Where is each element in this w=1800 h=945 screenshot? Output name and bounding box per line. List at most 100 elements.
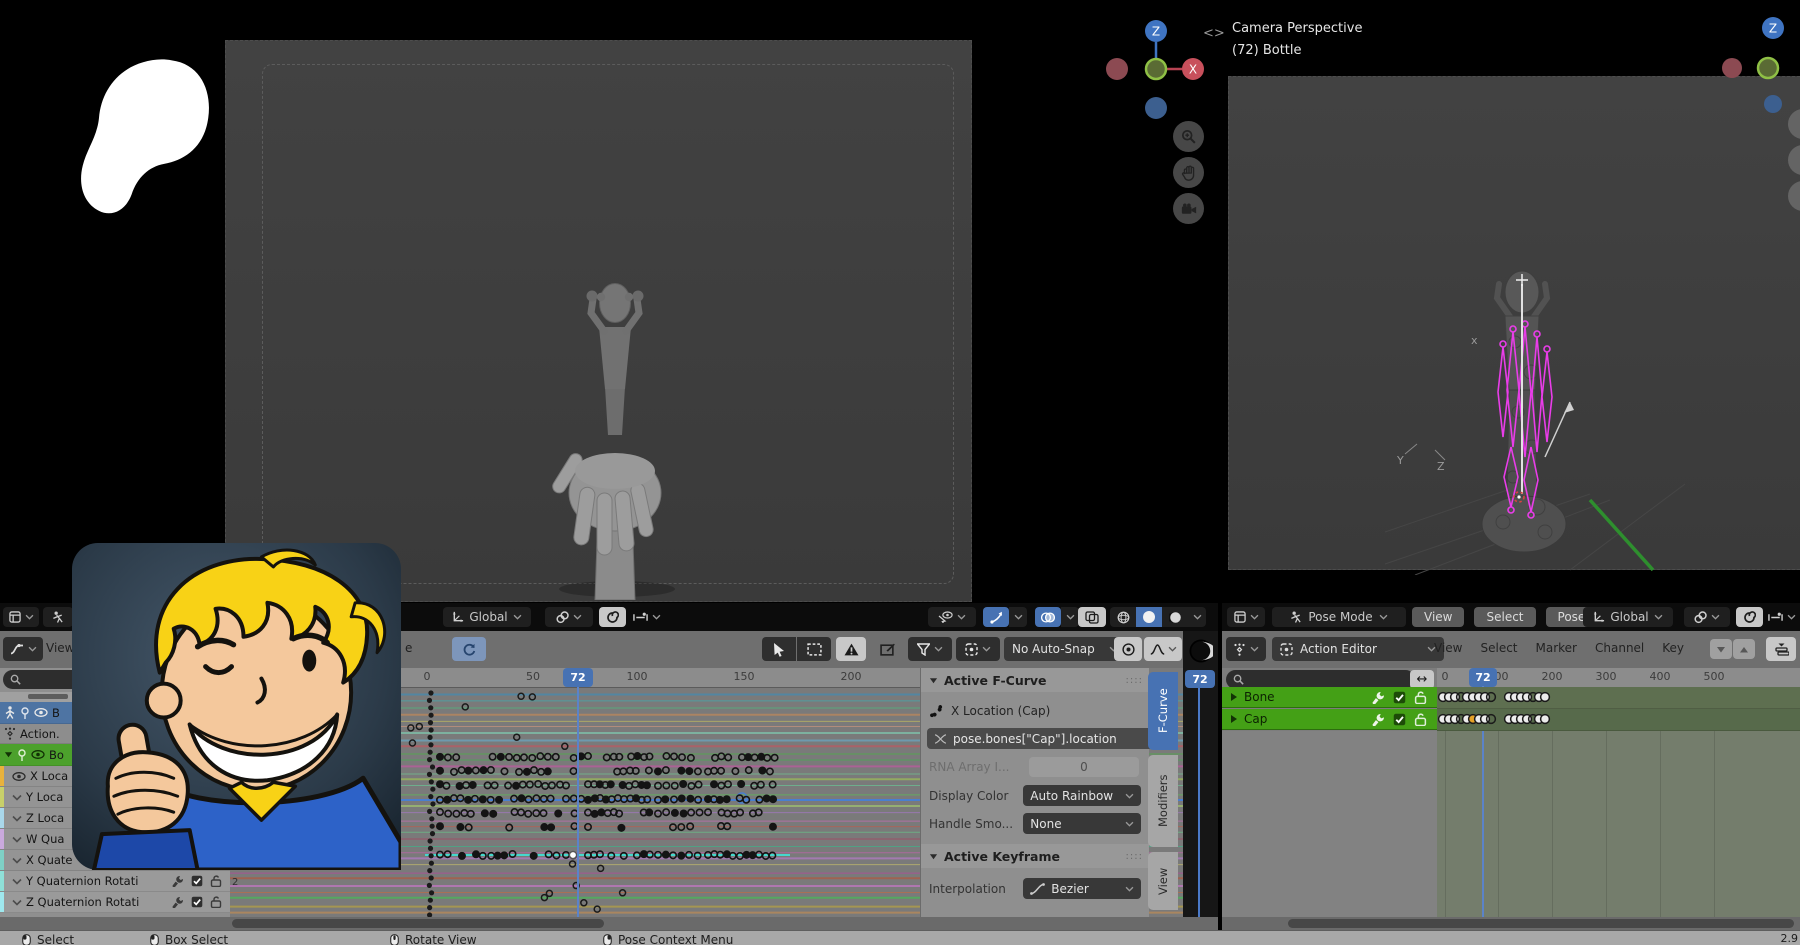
shading-solid-button[interactable]	[1136, 607, 1162, 627]
viewport-right[interactable]: Camera Perspective (72) Bottle	[1222, 0, 1800, 631]
hand-figure-mesh[interactable]	[485, 255, 745, 600]
action-channel-bone[interactable]: Bone	[1222, 687, 1437, 708]
mute-checkbox[interactable]	[1393, 713, 1406, 726]
proportional-falloff-dropdown[interactable]	[1765, 607, 1799, 627]
channel-zquaternionrotati[interactable]: Z Quaternion Rotati	[0, 892, 230, 913]
area-split-handle[interactable]: <>	[1203, 26, 1225, 41]
current-frame-badge[interactable]: 72	[563, 668, 593, 687]
viewport-camera-button[interactable]	[1173, 193, 1204, 224]
menu-channel[interactable]: Channel	[1595, 641, 1644, 655]
interpolation-dropdown[interactable]: Bezier	[1023, 878, 1141, 899]
display-color-dropdown[interactable]: Auto Rainbow	[1023, 785, 1141, 806]
mode-dropdown[interactable]: Pose Mode	[1272, 607, 1406, 627]
box-select-tool-button[interactable]	[797, 637, 831, 661]
auto-normalize-toggle[interactable]	[452, 637, 486, 661]
visibility-dropdown[interactable]	[928, 607, 976, 627]
graph-playhead[interactable]	[577, 687, 579, 917]
pivot-dropdown[interactable]	[956, 637, 1000, 661]
filter-dropdown[interactable]	[908, 637, 952, 661]
viewport-pan-button[interactable]	[1173, 157, 1204, 188]
mute-checkbox[interactable]	[1393, 691, 1406, 704]
editor-type-button[interactable]	[1227, 607, 1265, 627]
proportional-editing-toggle[interactable]	[599, 607, 626, 627]
gizmos-toggle[interactable]	[983, 607, 1009, 627]
collapsed-eye-icon[interactable]	[12, 815, 22, 822]
eye-icon[interactable]	[34, 708, 48, 717]
view-axis-gizmo-clipped[interactable]: Z	[1720, 12, 1800, 222]
overlays-toggle[interactable]	[1035, 607, 1061, 627]
proportional-edit-toggle[interactable]	[1114, 637, 1142, 661]
view-axis-gizmo[interactable]: Z X	[1100, 14, 1210, 124]
expand-icon[interactable]	[1230, 693, 1238, 701]
menu-view[interactable]: View	[1412, 607, 1464, 627]
menu-key[interactable]: Key	[1662, 641, 1684, 655]
auto-snap-dropdown[interactable]: No Auto-Snap	[1004, 637, 1126, 661]
menu-view[interactable]: View	[46, 641, 74, 655]
action-icon[interactable]	[4, 727, 16, 740]
menu-view[interactable]: View	[1434, 641, 1462, 655]
action-keyframes[interactable]	[1437, 687, 1800, 743]
collapsed-eye-icon[interactable]	[12, 836, 22, 843]
shading-dropdown[interactable]	[1188, 607, 1206, 627]
modifier-wrench-icon[interactable]	[172, 896, 184, 908]
collapsed-eye-icon[interactable]	[12, 899, 22, 906]
handle-smoothing-dropdown[interactable]: None	[1023, 813, 1141, 834]
collapsed-eye-icon[interactable]	[12, 794, 22, 801]
rna-path-field[interactable]: pose.bones["Cap"].location	[927, 728, 1153, 749]
mute-checkbox[interactable]	[191, 896, 203, 908]
pin-icon[interactable]	[17, 749, 27, 761]
editor-type-button[interactable]	[3, 607, 39, 627]
action-channel-cap[interactable]: Cap	[1222, 709, 1437, 730]
graph-hscroll-thumb[interactable]	[232, 919, 604, 928]
pin-icon[interactable]	[20, 707, 30, 719]
viewport-zoom-button[interactable]	[1173, 121, 1204, 152]
sidebar-tab-fcurve[interactable]: F-Curve	[1148, 672, 1178, 750]
active-keyframe-panel-header[interactable]: Active Keyframe ::::	[921, 844, 1149, 868]
action-hscroll-track[interactable]	[1222, 917, 1800, 930]
proportional-falloff-dropdown[interactable]	[628, 607, 666, 627]
move-channel-down-button[interactable]	[1710, 639, 1732, 659]
xray-toggle[interactable]	[1078, 607, 1106, 627]
move-channel-up-button[interactable]	[1733, 639, 1755, 659]
editor-mode-dropdown[interactable]: Action Editor	[1272, 637, 1444, 661]
lock-open-icon[interactable]	[210, 875, 222, 887]
action-hscroll-thumb[interactable]	[1288, 919, 1794, 928]
mode-dropdown-clipped[interactable]	[43, 607, 73, 627]
pivot-point-dropdown[interactable]	[545, 607, 593, 627]
lock-open-icon[interactable]	[210, 896, 222, 908]
lock-open-icon[interactable]	[1414, 713, 1427, 726]
overlays-dropdown[interactable]	[1061, 607, 1079, 627]
modifier-wrench-icon[interactable]	[172, 875, 184, 887]
halfmoon-toggle-icon[interactable]	[1189, 639, 1213, 663]
falloff-dropdown[interactable]	[1144, 637, 1182, 661]
sidebar-tab-modifiers[interactable]: Modifiers	[1148, 755, 1178, 847]
menu-marker[interactable]: Marker	[1536, 641, 1577, 655]
proportional-editing-toggle[interactable]	[1736, 607, 1763, 627]
modifier-wrench-icon[interactable]	[1372, 691, 1385, 704]
viewport-left[interactable]: Z X Global	[0, 0, 1218, 631]
show-errors-toggle[interactable]	[836, 637, 866, 661]
graph-hscroll-track[interactable]	[0, 917, 1218, 930]
collapsed-eye-icon[interactable]	[12, 878, 22, 885]
annotate-box-button[interactable]	[870, 637, 904, 661]
posed-armature-mesh[interactable]: x Y Z	[1385, 232, 1685, 575]
channel-yquaternionrotati[interactable]: Y Quaternion Rotati	[0, 871, 230, 892]
shading-material-button[interactable]	[1162, 607, 1188, 627]
editor-type-button[interactable]	[3, 637, 43, 661]
mute-checkbox[interactable]	[191, 875, 203, 887]
editor-type-button[interactable]	[1226, 637, 1266, 661]
expand-icon[interactable]	[1230, 715, 1238, 723]
active-fcurve-panel-header[interactable]: Active F-Curve ::::	[921, 668, 1149, 692]
sidebar-tab-view[interactable]: View	[1148, 852, 1178, 910]
collapsed-eye-icon[interactable]	[12, 857, 22, 864]
gizmos-dropdown[interactable]	[1009, 607, 1027, 627]
modifier-wrench-icon[interactable]	[1372, 713, 1385, 726]
push-down-action-button[interactable]	[1766, 637, 1796, 661]
panel-grip[interactable]: ::::	[1126, 675, 1143, 686]
tweak-tool-button[interactable]	[762, 637, 796, 661]
pivot-point-dropdown[interactable]	[1684, 607, 1730, 627]
rna-index-field[interactable]: 0	[1029, 757, 1139, 777]
eye-icon[interactable]	[12, 772, 26, 781]
menu-select[interactable]: Select	[1480, 641, 1517, 655]
shading-wireframe-button[interactable]	[1110, 607, 1136, 627]
